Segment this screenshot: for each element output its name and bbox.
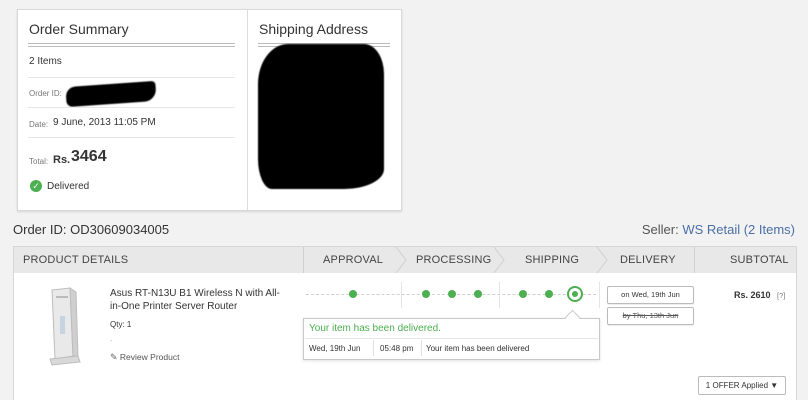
qty-note: .	[110, 334, 113, 343]
delivery-popup: Your item has been delivered. Wed, 19th …	[303, 318, 600, 360]
total-label: Total:	[29, 157, 49, 166]
shipping-dot	[519, 290, 527, 298]
total-currency: Rs.	[53, 154, 71, 166]
divider	[303, 247, 304, 273]
divider	[28, 77, 235, 78]
seller-link[interactable]: WS Retail (2 Items)	[682, 222, 795, 237]
order-id: Order ID: OD30609034005	[13, 222, 169, 237]
order-summary-card: Order Summary 2 Items Order ID: Date: 9 …	[17, 9, 402, 211]
step-delivery: DELIVERY	[620, 254, 676, 266]
processing-dot	[474, 290, 482, 298]
product-qty: Qty: 1	[110, 320, 132, 329]
divider	[599, 282, 600, 308]
shipping-dot	[545, 290, 553, 298]
product-price: Rs. 2610	[734, 290, 771, 300]
delivery-status: Delivered	[47, 181, 90, 192]
product-image[interactable]	[42, 286, 82, 366]
order-id-label: Order ID:	[29, 89, 62, 98]
divider	[373, 340, 374, 356]
chevron-right-icon	[493, 247, 505, 273]
divider	[499, 282, 500, 308]
total-amount: 3464	[71, 148, 107, 165]
review-product-label: Review Product	[119, 352, 180, 362]
order-date: 9 June, 2013 11:05 PM	[53, 117, 156, 128]
current-status-indicator[interactable]	[567, 286, 583, 302]
seller-label: Seller:	[641, 222, 679, 237]
offer-applied-dropdown[interactable]: 1 OFFER Applied ▼	[698, 376, 786, 395]
step-shipping: SHIPPING	[525, 254, 580, 266]
delivered-on-badge: on Wed, 19th Jun	[607, 286, 694, 304]
date-label: Date:	[29, 120, 49, 129]
order-summary-section: Order Summary 2 Items Order ID: Date: 9 …	[18, 10, 246, 210]
order-steps-header: PRODUCT DETAILS APPROVAL PROCESSING SHIP…	[13, 246, 797, 274]
pencil-icon: ✎	[110, 352, 118, 362]
chevron-right-icon	[596, 247, 608, 273]
event-text: Your item has been delivered	[426, 344, 530, 353]
check-icon: ✓	[30, 180, 42, 192]
redacted-address	[258, 44, 384, 189]
product-name[interactable]: Asus RT-N13U B1 Wireless N with All-in-O…	[110, 287, 290, 313]
price-help-link[interactable]: [?]	[777, 291, 785, 300]
redacted-order-id	[65, 80, 157, 108]
divider	[28, 137, 235, 138]
order-summary-title: Order Summary	[29, 21, 129, 37]
review-product-link[interactable]: ✎ Review Product	[110, 352, 179, 363]
shipping-address-title: Shipping Address	[259, 21, 368, 37]
seller-info: Seller: WS Retail (2 Items)	[642, 222, 795, 237]
order-id-value: OD30609034005	[70, 222, 170, 237]
expected-delivery-badge: by Thu, 13th Jun	[607, 307, 694, 325]
chevron-right-icon	[395, 247, 407, 273]
col-product-details: PRODUCT DETAILS	[23, 254, 129, 266]
divider	[28, 43, 235, 47]
divider	[694, 247, 695, 273]
delivery-message: Your item has been delivered.	[309, 323, 441, 334]
divider	[401, 282, 402, 308]
divider	[305, 338, 598, 339]
event-date: Wed, 19th Jun	[309, 344, 361, 353]
step-processing: PROCESSING	[416, 254, 492, 266]
processing-dot	[448, 290, 456, 298]
order-id-label: Order ID:	[13, 222, 67, 237]
shipping-address-section: Shipping Address	[247, 10, 402, 210]
step-approval: APPROVAL	[323, 254, 384, 266]
divider	[28, 107, 235, 108]
col-subtotal: SUBTOTAL	[730, 254, 789, 266]
event-time: 05:48 pm	[380, 344, 414, 353]
items-count: 2 Items	[29, 56, 62, 67]
approval-dot	[349, 290, 357, 298]
divider	[421, 340, 422, 356]
processing-dot	[422, 290, 430, 298]
